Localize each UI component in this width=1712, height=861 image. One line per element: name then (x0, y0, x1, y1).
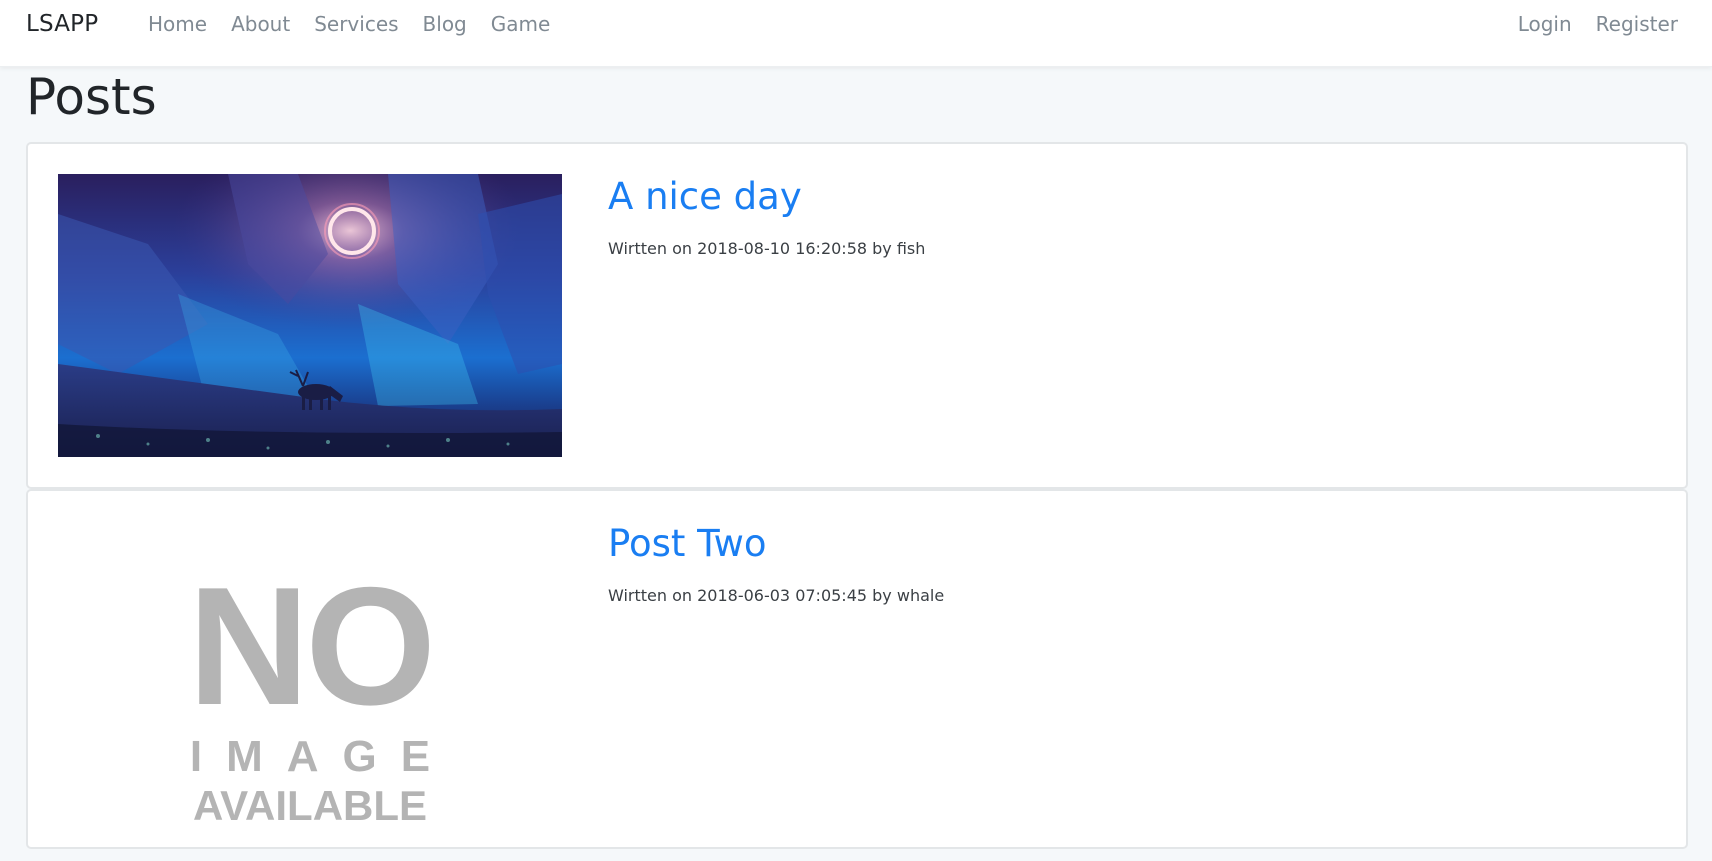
primary-nav: Home About Services Blog Game (136, 0, 562, 48)
auth-nav: Login Register (1506, 0, 1690, 48)
post-meta: Wirtten on 2018-06-03 07:05:45 by whale (608, 586, 945, 605)
navbar: LSAPP Home About Services Blog Game Logi… (0, 0, 1712, 67)
nav-link-blog[interactable]: Blog (411, 0, 479, 48)
post-title-link[interactable]: A nice day (608, 172, 925, 222)
nav-item-about: About (219, 0, 302, 48)
nav-link-services[interactable]: Services (302, 0, 410, 48)
nav-item-game: Game (479, 0, 563, 48)
post-card: A nice day Wirtten on 2018-08-10 16:20:5… (26, 142, 1688, 489)
nav-link-register[interactable]: Register (1584, 0, 1690, 48)
nav-item-blog: Blog (411, 0, 479, 48)
nav-item-login: Login (1506, 0, 1584, 48)
no-image-placeholder[interactable]: NO IMAGE AVAILABLE (58, 521, 562, 861)
post-title-link[interactable]: Post Two (608, 519, 944, 569)
post-meta: Wirtten on 2018-08-10 16:20:58 by fish (608, 239, 926, 258)
nav-link-login[interactable]: Login (1506, 0, 1584, 48)
post-body: A nice day Wirtten on 2018-08-10 16:20:5… (608, 172, 925, 260)
post-thumbnail-image[interactable] (58, 174, 562, 457)
no-image-text-no: NO (188, 552, 436, 740)
post-body: Post Two Wirtten on 2018-06-03 07:05:45 … (608, 519, 944, 607)
nav-link-home[interactable]: Home (136, 0, 219, 48)
nav-link-game[interactable]: Game (479, 0, 563, 48)
nav-item-home: Home (136, 0, 219, 48)
post-card: NO IMAGE AVAILABLE Post Two Wirtten on 2… (26, 489, 1688, 849)
page-title: Posts (26, 68, 157, 126)
nav-link-about[interactable]: About (219, 0, 302, 48)
no-image-text-image: IMAGE (189, 732, 455, 781)
no-image-text-available: AVAILABLE (192, 782, 428, 829)
nav-item-register: Register (1584, 0, 1690, 48)
nav-item-services: Services (302, 0, 410, 48)
brand-logo-link[interactable]: LSAPP (26, 0, 98, 48)
